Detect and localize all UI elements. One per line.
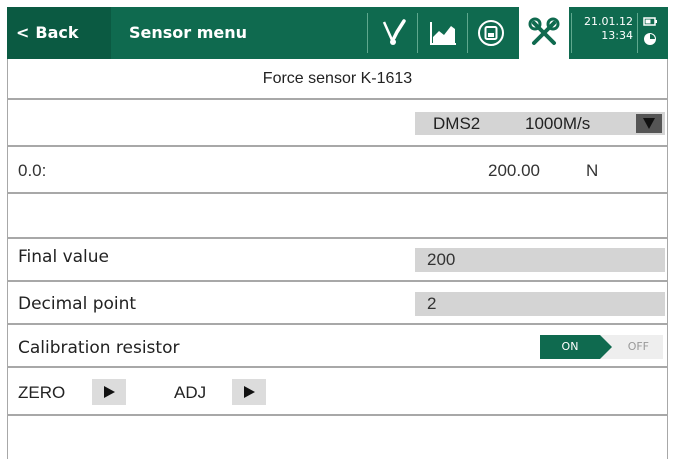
toolbar-divider [367,13,368,53]
decimal-point-field[interactable]: 2 [415,292,665,316]
rate-value: 1000M/s [525,114,591,133]
toolbar-divider [467,13,468,53]
sensor-title: Force sensor K-1613 [262,70,413,87]
datetime-display: 21.01.12 13:34 [573,15,633,43]
calibration-label: Calibration resistor [18,338,180,358]
top-bar: < Back Sensor menu 21.01.12 13:34 [7,7,668,59]
chevron-left-icon: < [16,23,30,42]
toggle-on-label: ON [561,340,579,353]
measured-unit: N [586,161,599,180]
adj-label: ADJ [174,383,207,402]
decimal-point-row: Decimal point 2 [8,282,667,325]
time-text: 13:34 [601,29,633,42]
toolbar-divider [571,13,572,53]
sensor-title-row: Force sensor K-1613 [8,59,667,100]
zero-point-label: 0.0: [18,161,47,180]
sensor-probe-icon[interactable] [377,16,413,50]
tools-icon [528,17,560,45]
measured-value: 200.00 [488,161,540,180]
toggle-off-label: OFF [627,340,649,353]
disk-icon[interactable] [473,16,509,50]
sensor-settings-panel: Force sensor K-1613 DMS2 1000M/s 0.0: 20… [7,59,668,459]
channel-selector-row: DMS2 1000M/s [8,100,667,147]
calibration-toggle[interactable]: ON OFF [540,335,663,359]
chart-icon[interactable] [425,16,461,50]
back-button[interactable]: < Back [7,7,111,59]
final-value-field[interactable]: 200 [415,248,665,272]
empty-row [8,194,667,239]
clock-icon [644,33,656,45]
toggle-on-segment[interactable]: ON [540,335,612,359]
battery-icon [643,17,657,26]
final-value-row: Final value 200 [8,239,667,282]
zero-reading-row: 0.0: 200.00 N [8,147,667,194]
toolbar-divider [637,13,638,53]
tools-tab[interactable] [519,7,569,59]
channel-value: DMS2 [433,114,481,133]
channel-rate-dropdown[interactable]: DMS2 1000M/s [415,112,665,135]
dropdown-arrow-icon[interactable] [636,114,662,133]
date-text: 21.01.12 [584,15,633,28]
toolbar-divider [417,13,418,53]
adj-button[interactable] [232,379,266,405]
decimal-point-label: Decimal point [18,294,137,314]
window-title: Sensor menu [129,23,248,42]
zero-button[interactable] [92,379,126,405]
calibration-row: Calibration resistor ON OFF [8,325,667,368]
final-value-label: Final value [18,247,110,267]
play-icon [103,386,115,398]
status-indicators [641,15,661,51]
actions-row: ZERO ADJ [8,368,667,416]
back-label: Back [35,23,79,42]
zero-label: ZERO [18,383,66,402]
play-icon [243,386,255,398]
